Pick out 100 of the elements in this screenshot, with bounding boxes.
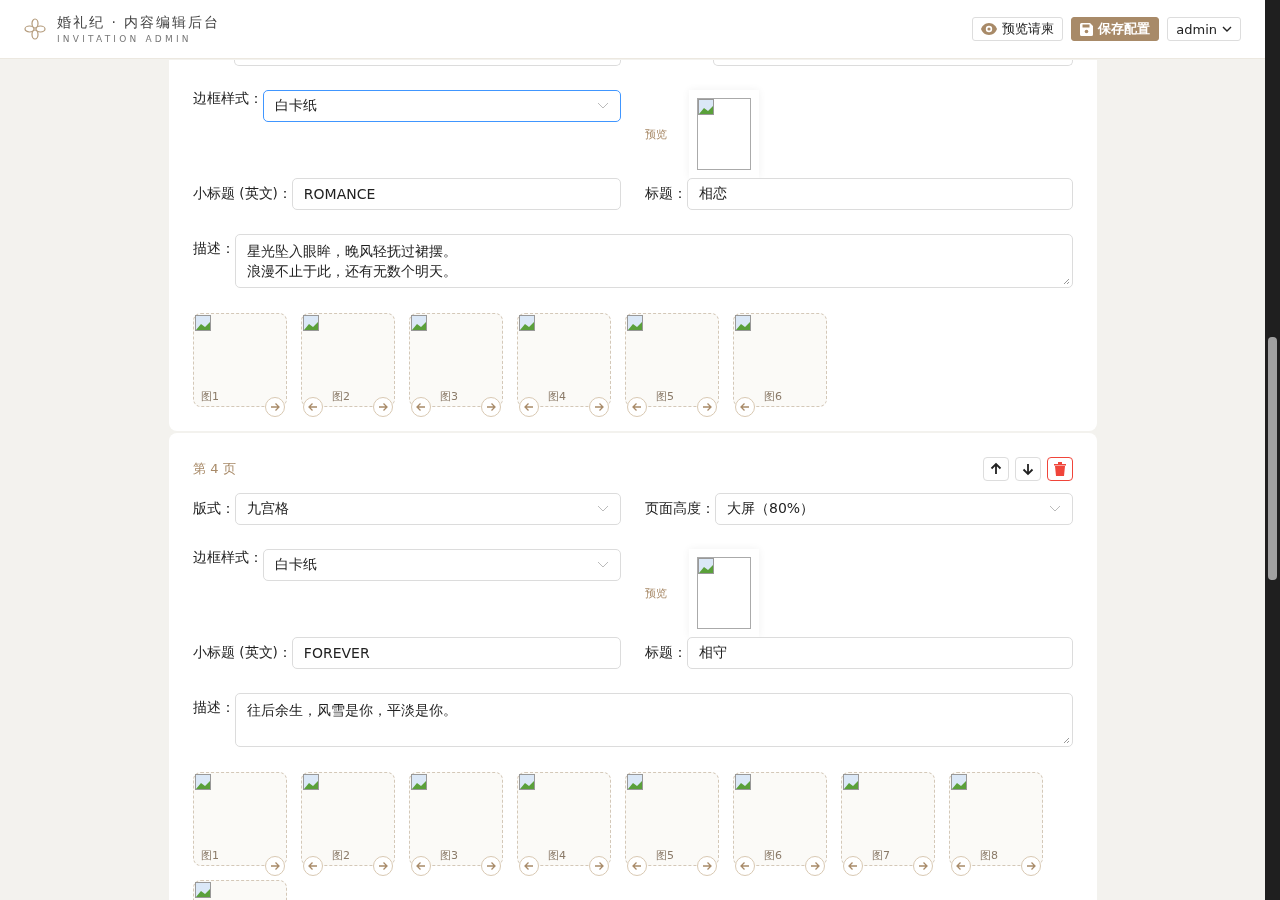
arrow-left-icon [308, 861, 318, 871]
resize-grip-icon[interactable] [1063, 737, 1070, 744]
select-field[interactable] [713, 60, 1073, 66]
arrow-left-icon [416, 861, 426, 871]
move-left-button[interactable] [735, 856, 755, 876]
preview-button[interactable]: 预览请柬 [972, 17, 1064, 41]
resize-grip-icon[interactable] [1063, 278, 1070, 285]
image-slot[interactable]: 图1 [193, 313, 287, 407]
image-slot[interactable]: 图3 [409, 772, 503, 866]
select-field[interactable] [234, 60, 621, 66]
chevron-down-icon [597, 505, 609, 513]
broken-image-icon [519, 774, 535, 790]
move-right-button[interactable] [373, 856, 393, 876]
preview-label: 预览 [645, 585, 667, 601]
arrow-left-icon [956, 861, 966, 871]
move-left-button[interactable] [519, 397, 539, 417]
broken-image-icon [411, 315, 427, 331]
broken-image-icon [627, 315, 643, 331]
move-right-button[interactable] [481, 397, 501, 417]
move-right-button[interactable] [697, 397, 717, 417]
move-up-button[interactable] [983, 457, 1009, 481]
move-right-button[interactable] [589, 856, 609, 876]
title-input[interactable]: 相恋 [687, 178, 1073, 210]
image-slot[interactable]: 图4 [517, 772, 611, 866]
image-label: 图5 [656, 389, 674, 404]
subtitle-input[interactable]: FOREVER [291, 637, 621, 669]
title-input[interactable]: 相守 [687, 637, 1073, 669]
broken-image-icon [735, 315, 751, 331]
move-right-button[interactable] [1021, 856, 1041, 876]
move-right-button[interactable] [265, 397, 285, 417]
image-slot[interactable]: 图5 [625, 313, 719, 407]
arrow-left-icon [848, 861, 858, 871]
height-select[interactable]: 大屏（80%） [715, 493, 1073, 525]
frame-select[interactable]: 白卡纸 [263, 549, 621, 581]
image-slot[interactable]: 图8 [949, 772, 1043, 866]
broken-image-icon [698, 99, 714, 115]
image-slot[interactable]: 图5 [625, 772, 719, 866]
user-menu[interactable]: admin [1167, 17, 1241, 41]
image-label: 图6 [764, 848, 782, 863]
flower-icon [24, 18, 46, 40]
field-label: 小标题 (英文)： [193, 185, 292, 203]
move-right-button[interactable] [805, 856, 825, 876]
image-slot[interactable]: 图2 [301, 313, 395, 407]
move-right-button[interactable] [913, 856, 933, 876]
move-left-button[interactable] [519, 856, 539, 876]
arrow-right-icon [810, 861, 820, 871]
field-label: 描述： [193, 699, 235, 717]
broken-image-icon [698, 558, 714, 574]
scrollbar[interactable] [1265, 0, 1280, 900]
arrow-left-icon [524, 861, 534, 871]
arrow-right-icon [486, 402, 496, 412]
description-textarea[interactable]: 往后余生，风雪是你，平淡是你。 [235, 693, 1073, 747]
scrollbar-thumb[interactable] [1268, 337, 1277, 580]
arrow-right-icon [270, 861, 280, 871]
move-right-button[interactable] [481, 856, 501, 876]
arrow-right-icon [594, 861, 604, 871]
frame-select[interactable]: 白卡纸 [263, 90, 621, 122]
arrow-left-icon [632, 402, 642, 412]
move-left-button[interactable] [951, 856, 971, 876]
image-label: 图2 [332, 389, 350, 404]
layout-select[interactable]: 九宫格 [235, 493, 621, 525]
move-left-button[interactable] [627, 856, 647, 876]
image-slot[interactable]: 图3 [409, 313, 503, 407]
subtitle-input[interactable]: ROMANCE [291, 178, 621, 210]
arrow-right-icon [702, 402, 712, 412]
field-label: 小标题 (英文)： [193, 644, 292, 662]
move-down-button[interactable] [1015, 457, 1041, 481]
move-left-button[interactable] [627, 397, 647, 417]
move-right-button[interactable] [697, 856, 717, 876]
arrow-right-icon [378, 402, 388, 412]
move-right-button[interactable] [373, 397, 393, 417]
move-left-button[interactable] [411, 397, 431, 417]
broken-image-icon [735, 774, 751, 790]
image-slot[interactable]: 图7 [841, 772, 935, 866]
field-label: 边框样式： [193, 90, 263, 108]
move-left-button[interactable] [735, 397, 755, 417]
image-slot[interactable]: 图4 [517, 313, 611, 407]
arrow-right-icon [702, 861, 712, 871]
arrow-right-icon [1026, 861, 1036, 871]
move-right-button[interactable] [589, 397, 609, 417]
move-right-button[interactable] [265, 856, 285, 876]
save-button[interactable]: 保存配置 [1071, 17, 1160, 41]
arrow-right-icon [270, 402, 280, 412]
image-slot[interactable]: 图1 [193, 772, 287, 866]
image-label: 图6 [764, 389, 782, 404]
image-slot[interactable]: 图6 [733, 772, 827, 866]
broken-image-icon [195, 882, 211, 898]
broken-image-icon [519, 315, 535, 331]
field-label: 标题： [645, 644, 687, 662]
move-left-button[interactable] [303, 397, 323, 417]
delete-button[interactable] [1047, 457, 1073, 481]
broken-image-icon [951, 774, 967, 790]
move-left-button[interactable] [411, 856, 431, 876]
move-left-button[interactable] [303, 856, 323, 876]
move-left-button[interactable] [843, 856, 863, 876]
broken-image-icon [303, 774, 319, 790]
image-slot[interactable]: 图2 [301, 772, 395, 866]
image-label: 图1 [201, 848, 219, 863]
description-textarea[interactable]: 星光坠入眼眸，晚风轻抚过裙摆。 浪漫不止于此，还有无数个明天。 [235, 234, 1073, 288]
image-slot[interactable]: 图6 [733, 313, 827, 407]
